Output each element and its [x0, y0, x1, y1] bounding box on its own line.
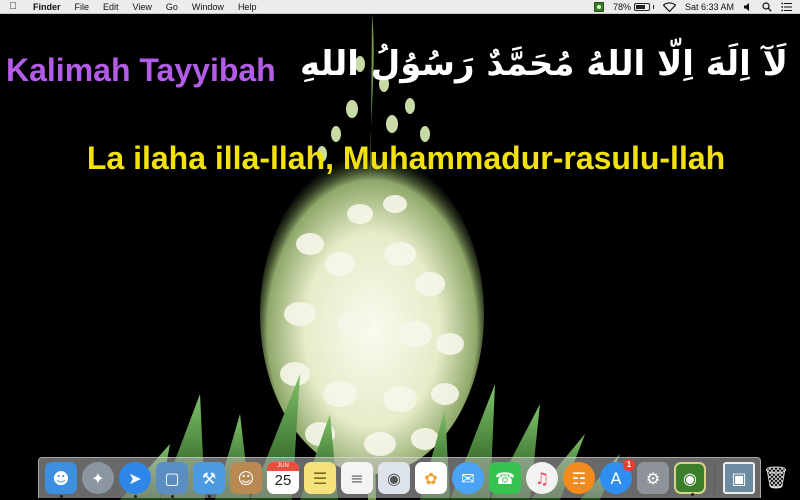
calendar-day: 25 — [274, 472, 292, 489]
kalimah-app-icon[interactable]: ◉ — [674, 462, 706, 496]
itunes-icon[interactable]: ♫ — [526, 462, 558, 494]
notes-icon[interactable]: ☰ — [304, 462, 336, 494]
battery-icon — [633, 2, 650, 11]
reminders-icon[interactable]: ≡ — [341, 462, 373, 494]
facetime-icon[interactable]: ☎ — [489, 462, 521, 494]
preview-icon[interactable]: ▢ — [156, 462, 188, 498]
system-preferences-icon[interactable]: ⚙ — [637, 462, 669, 494]
menu-bar:  Finder File Edit View Go Window Help 7… — [0, 0, 800, 14]
calendar-month: JUN — [267, 462, 299, 471]
clock[interactable]: Sat 6:33 AM — [685, 2, 734, 12]
xcode-icon[interactable]: ⚒ — [193, 462, 225, 498]
finder-icon[interactable]: ☻ — [45, 462, 77, 498]
menu-window[interactable]: Window — [185, 0, 231, 14]
transliteration-text: La ilaha illa-llah, Muhammadur-rasulu-ll… — [86, 140, 726, 176]
battery-tip — [652, 4, 654, 9]
apple-logo-icon[interactable]:  — [0, 1, 26, 12]
app-store-badge: 1 — [623, 459, 635, 471]
contacts-icon[interactable]: ☺ — [230, 462, 262, 494]
photo-booth-icon[interactable]: ◉ — [378, 462, 410, 494]
status-app-icon[interactable] — [593, 1, 604, 12]
menu-go[interactable]: Go — [159, 0, 185, 14]
wifi-icon[interactable] — [662, 1, 676, 12]
running-indicator — [134, 495, 137, 498]
running-indicator — [60, 495, 63, 498]
safari-icon[interactable]: ➤ — [119, 462, 151, 498]
launchpad-icon[interactable]: ✦ — [82, 462, 114, 494]
menu-app-name[interactable]: Finder — [26, 0, 68, 14]
dock: ☻ ✦ ➤ ▢ ⚒ ☺ JUN 25 ☰ ≡ ◉ ✿ ✉ ☎ ♫ ☶ A1 ⚙ … — [38, 457, 790, 498]
running-indicator — [208, 495, 211, 498]
ibooks-icon[interactable]: ☶ — [563, 462, 595, 494]
dock-separator — [714, 462, 715, 494]
messages-icon[interactable]: ✉ — [452, 462, 484, 494]
photos-icon[interactable]: ✿ — [415, 462, 447, 494]
battery-fill — [635, 4, 646, 9]
volume-icon[interactable] — [743, 2, 753, 12]
title-arabic: لَآ اِلَهَ اِلّا اللهُ مُحَمَّدٌ رَسُوُل… — [299, 44, 788, 84]
battery-status[interactable]: 78% — [613, 2, 654, 12]
menu-view[interactable]: View — [126, 0, 159, 14]
downloads-stack-icon[interactable]: ▣ — [723, 462, 755, 494]
spotlight-search-icon[interactable] — [762, 1, 772, 12]
calendar-icon[interactable]: JUN 25 — [267, 462, 299, 494]
running-indicator — [691, 493, 694, 496]
title-latin: Kalimah Tayyibah — [6, 52, 276, 88]
menu-edit[interactable]: Edit — [96, 0, 126, 14]
desktop: Kalimah Tayyibah لَآ اِلَهَ اِلّا اللهُ … — [0, 14, 800, 500]
notification-center-icon[interactable] — [781, 2, 792, 12]
menu-help[interactable]: Help — [231, 0, 264, 14]
menu-file[interactable]: File — [68, 0, 97, 14]
trash-icon[interactable]: 🗑 — [760, 462, 792, 494]
running-indicator — [171, 495, 174, 498]
battery-percent: 78% — [612, 1, 631, 12]
app-store-icon[interactable]: A1 — [600, 459, 635, 494]
